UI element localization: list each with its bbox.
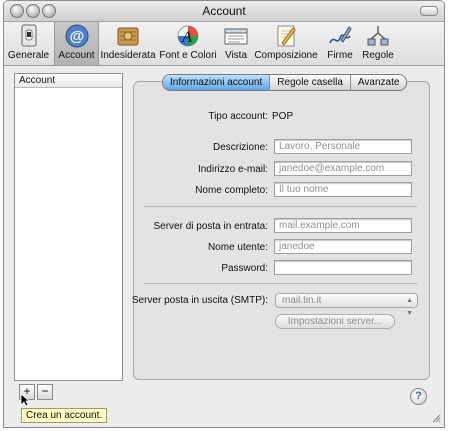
toolbar-label: Regole bbox=[362, 50, 394, 61]
toolbar-item-font-colori[interactable]: A Font e Colori bbox=[158, 22, 218, 65]
account-type-label: Tipo account: bbox=[208, 111, 268, 122]
junk-mail-icon bbox=[117, 27, 139, 46]
window-title: Account bbox=[202, 4, 246, 18]
toolbar-label: Font e Colori bbox=[159, 50, 217, 61]
server-settings-button[interactable]: Impostazioni server... bbox=[275, 314, 395, 329]
view-icon bbox=[224, 28, 248, 45]
account-type-value: POP bbox=[272, 111, 294, 122]
help-button[interactable]: ? bbox=[410, 388, 427, 405]
toolbar-item-vista[interactable]: Vista bbox=[221, 22, 251, 65]
account-list-header: Account bbox=[15, 74, 122, 88]
description-label: Descrizione: bbox=[212, 142, 268, 153]
separator bbox=[144, 206, 417, 207]
fullname-label: Nome completo: bbox=[195, 185, 268, 196]
description-field[interactable]: Lavoro, Personale bbox=[274, 139, 412, 154]
email-field[interactable]: janedoe@example.com bbox=[274, 161, 412, 176]
toolbar-label: Account bbox=[58, 50, 95, 61]
separator bbox=[144, 283, 417, 284]
tab-regole-casella[interactable]: Regole casella bbox=[269, 75, 350, 90]
add-account-tooltip: Crea un account. bbox=[21, 408, 108, 423]
at-icon: @ bbox=[65, 24, 88, 48]
email-label: Indirizzo e-mail: bbox=[197, 164, 268, 175]
tab-informazioni-account[interactable]: Informazioni account bbox=[163, 75, 270, 90]
popup-arrows-icon: ▲ ▼ bbox=[406, 297, 413, 317]
switch-icon bbox=[21, 24, 36, 47]
svg-text:A: A bbox=[181, 29, 192, 46]
toolbar-item-generale[interactable]: Generale bbox=[6, 22, 51, 65]
toolbar-item-indesiderata[interactable]: Indesiderata bbox=[99, 22, 157, 65]
signature-icon bbox=[329, 26, 352, 44]
compose-icon bbox=[277, 25, 296, 47]
toolbar-item-regole[interactable]: Regole bbox=[360, 22, 396, 65]
incoming-server-field[interactable]: mail.example.com bbox=[274, 218, 412, 233]
tab-bar: Informazioni account Regole casella Avan… bbox=[162, 74, 408, 91]
username-field[interactable]: janedoe bbox=[274, 239, 412, 254]
svg-text:@: @ bbox=[69, 28, 84, 45]
smtp-label: Server posta in uscita (SMTP): bbox=[131, 295, 268, 306]
mouse-pointer-icon bbox=[20, 393, 30, 407]
password-field[interactable] bbox=[274, 260, 412, 275]
password-label: Password: bbox=[221, 263, 268, 274]
incoming-server-label: Server di posta in entrata: bbox=[153, 221, 268, 232]
toolbar-item-account[interactable]: @ Account bbox=[54, 22, 99, 65]
font-colors-icon: A bbox=[177, 25, 199, 47]
preferences-toolbar: Generale @ Account Indesiderata A Font e… bbox=[4, 22, 444, 66]
toolbar-label: Firme bbox=[327, 50, 353, 61]
account-list[interactable]: Account bbox=[14, 73, 123, 381]
toolbar-item-composizione[interactable]: Composizione bbox=[253, 22, 319, 65]
smtp-server-value: mail.tin.it bbox=[282, 295, 322, 306]
remove-account-button[interactable]: − bbox=[37, 384, 53, 400]
toolbar-label: Generale bbox=[7, 50, 50, 61]
title-bar[interactable]: Account bbox=[4, 1, 444, 22]
toolbar-label: Vista bbox=[224, 50, 248, 61]
rules-icon bbox=[367, 26, 389, 46]
tab-avanzate[interactable]: Avanzate bbox=[349, 75, 407, 90]
toolbar-label: Composizione bbox=[254, 50, 318, 61]
username-label: Nome utente: bbox=[207, 242, 268, 253]
toolbar-toggle-button[interactable] bbox=[420, 6, 438, 16]
resize-grip-icon[interactable] bbox=[432, 414, 441, 423]
fullname-field[interactable]: Il tuo nome bbox=[274, 182, 412, 197]
smtp-server-popup[interactable]: mail.tin.it ▲ ▼ bbox=[275, 293, 418, 317]
toolbar-item-firme[interactable]: Firme bbox=[322, 22, 358, 65]
toolbar-label: Indesiderata bbox=[100, 50, 156, 61]
